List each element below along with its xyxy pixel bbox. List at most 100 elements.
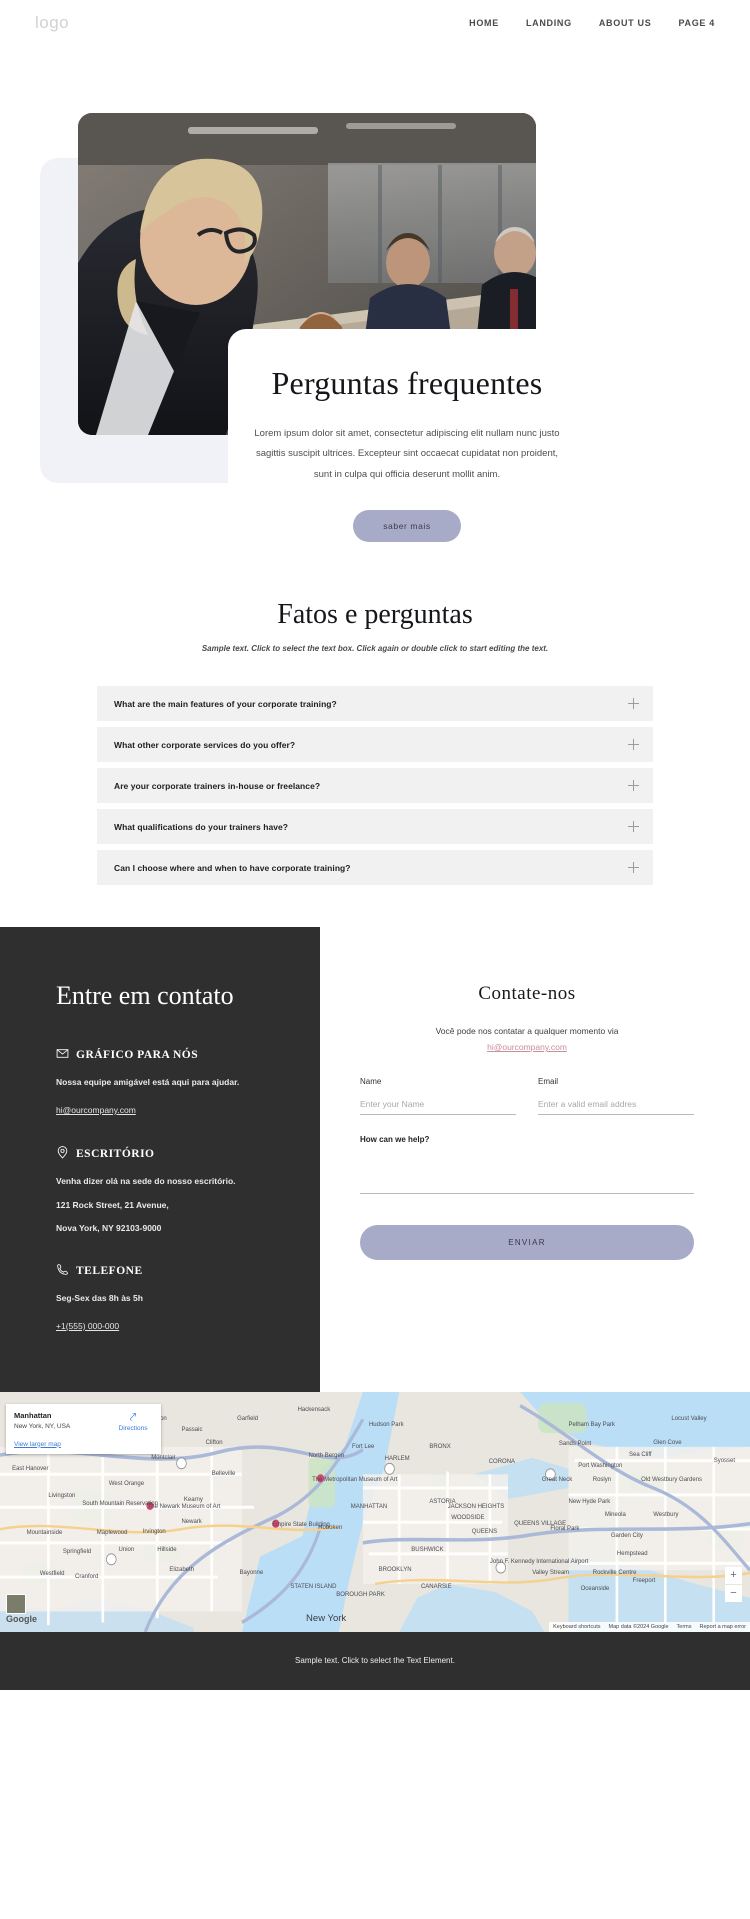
map-label: West Orange bbox=[108, 1480, 145, 1487]
faq-item[interactable]: What qualifications do your trainers hav… bbox=[97, 809, 653, 844]
report-error-link[interactable]: Report a map error bbox=[700, 1624, 746, 1630]
form-heading: Contate-nos bbox=[478, 983, 576, 1004]
zoom-in-button[interactable]: + bbox=[725, 1566, 742, 1584]
contact-block-phone: TELEFONE Seg-Sex das 8h às 5h +1(555) 00… bbox=[56, 1263, 286, 1334]
directions-label: Directions bbox=[118, 1424, 148, 1432]
contact-info-panel: Entre em contato GRÁFICO PARA NÓS Nossa … bbox=[0, 927, 320, 1392]
faq-item[interactable]: What other corporate services do you off… bbox=[97, 727, 653, 762]
directions-arrow-icon: ⤤ bbox=[129, 1409, 137, 1424]
zoom-out-button[interactable]: − bbox=[725, 1584, 742, 1602]
map-label: Old Westbury Gardens bbox=[641, 1476, 703, 1483]
form-fields-row: Name Email bbox=[360, 1077, 694, 1116]
map-label: Freeport bbox=[632, 1578, 656, 1585]
street-view-thumbnail[interactable] bbox=[6, 1593, 26, 1614]
map-pin-icon bbox=[56, 1145, 69, 1162]
contact-block-line: Nova York, NY 92103-9000 bbox=[56, 1223, 162, 1234]
nav-item-page-4[interactable]: PAGE 4 bbox=[678, 18, 715, 28]
map-label: BROOKLYN bbox=[378, 1567, 412, 1574]
terms-link[interactable]: Terms bbox=[677, 1624, 692, 1630]
map-label: Westfield bbox=[39, 1571, 65, 1578]
map-label: Great Neck bbox=[541, 1476, 573, 1483]
nav-item-home[interactable]: HOME bbox=[469, 18, 499, 28]
page-root: logo HOME LANDING ABOUT US PAGE 4 Pergun… bbox=[0, 0, 750, 1690]
message-textarea[interactable] bbox=[360, 1148, 694, 1195]
map-label: Roslyn bbox=[592, 1476, 612, 1483]
map-label: Cranford bbox=[75, 1574, 99, 1581]
map-label: Passaic bbox=[181, 1427, 203, 1434]
map-label: Sands Point bbox=[558, 1441, 592, 1448]
form-email-link[interactable]: hi@ourcompany.com bbox=[487, 1042, 567, 1052]
site-footer: Sample text. Click to select the Text El… bbox=[0, 1631, 750, 1690]
map-label: The Metropolitan Museum of Art bbox=[312, 1476, 398, 1483]
map-info-card[interactable]: Manhattan New York, NY, USA ⤤ Directions… bbox=[6, 1403, 161, 1454]
map-label: Union bbox=[118, 1546, 135, 1553]
google-logo: Google bbox=[6, 1613, 37, 1624]
map-label: STATEN ISLAND bbox=[290, 1583, 337, 1590]
faq-question: Are your corporate trainers in-house or … bbox=[114, 780, 321, 791]
learn-more-button[interactable]: saber mais bbox=[353, 510, 461, 543]
message-label: How can we help? bbox=[360, 1135, 430, 1145]
keyboard-shortcuts-link[interactable]: Keyboard shortcuts bbox=[553, 1624, 600, 1630]
map-label: HARLEM bbox=[384, 1456, 410, 1463]
email-input[interactable] bbox=[538, 1096, 694, 1116]
map-label: Garden City bbox=[610, 1533, 643, 1539]
footer-text: Sample text. Click to select the Text El… bbox=[295, 1656, 455, 1666]
nav-item-landing[interactable]: LANDING bbox=[526, 18, 572, 28]
plus-icon[interactable] bbox=[628, 698, 639, 709]
map-label: Hempstead bbox=[616, 1550, 648, 1557]
email-label: Email bbox=[538, 1077, 559, 1087]
faq-question: Can I choose where and when to have corp… bbox=[114, 862, 351, 873]
map-data-credit: Map data ©2024 Google bbox=[608, 1623, 669, 1630]
map-label: CORONA bbox=[488, 1458, 516, 1465]
map-label: Kearny bbox=[183, 1497, 203, 1504]
view-larger-map-link[interactable]: View larger map bbox=[14, 1441, 153, 1448]
map-label: Mountainside bbox=[26, 1530, 63, 1537]
map-label: John F. Kennedy International Airport bbox=[489, 1559, 589, 1566]
map-label: JACKSON HEIGHTS bbox=[447, 1504, 505, 1511]
map-card-text: Manhattan New York, NY, USA bbox=[14, 1411, 113, 1430]
directions-button[interactable]: ⤤ Directions bbox=[113, 1411, 153, 1432]
map-label: Hudson Park bbox=[368, 1421, 404, 1428]
logo[interactable]: logo bbox=[35, 13, 69, 33]
nav-item-about-us[interactable]: ABOUT US bbox=[599, 18, 652, 28]
map-embed[interactable]: New York Garfield Hackensack Hudson Park For… bbox=[0, 1391, 750, 1632]
map-label: Port Washington bbox=[578, 1463, 623, 1470]
plus-icon[interactable] bbox=[628, 821, 639, 832]
map-card-top: Manhattan New York, NY, USA ⤤ Directions bbox=[14, 1411, 153, 1432]
name-input[interactable] bbox=[360, 1096, 516, 1116]
faq-accordion: What are the main features of your corpo… bbox=[97, 686, 653, 885]
envelope-icon bbox=[56, 1047, 69, 1063]
map-label: Syosset bbox=[713, 1457, 736, 1464]
phone-icon bbox=[56, 1263, 69, 1279]
map-label: North Bergen bbox=[308, 1453, 345, 1460]
map-label: South Mountain Reservation bbox=[82, 1501, 158, 1508]
contact-block-line: Seg-Sex das 8h às 5h bbox=[56, 1293, 143, 1303]
map-label: QUEENS bbox=[471, 1528, 498, 1535]
map-label: MANHATTAN bbox=[350, 1504, 388, 1511]
faq-item[interactable]: What are the main features of your corpo… bbox=[97, 686, 653, 721]
submit-button[interactable]: ENVIAR bbox=[360, 1225, 694, 1261]
plus-icon[interactable] bbox=[628, 862, 639, 873]
main-navigation: HOME LANDING ABOUT US PAGE 4 bbox=[469, 18, 715, 28]
map-label: Hackensack bbox=[297, 1406, 331, 1413]
hero-section: Perguntas frequentes Lorem ipsum dolor s… bbox=[0, 45, 750, 565]
map-label: Belleville bbox=[211, 1471, 236, 1478]
email-link[interactable]: hi@ourcompany.com bbox=[56, 1105, 136, 1115]
name-label: Name bbox=[360, 1077, 382, 1087]
map-label: Hoboken bbox=[318, 1524, 343, 1531]
form-subtitle: Você pode nos contatar a qualquer moment… bbox=[360, 1023, 694, 1055]
plus-icon[interactable] bbox=[628, 780, 639, 791]
phone-link[interactable]: +1(555) 000-000 bbox=[56, 1321, 119, 1331]
faq-item[interactable]: Are your corporate trainers in-house or … bbox=[97, 768, 653, 803]
contact-block-office: ESCRITÓRIO Venha dizer olá na sede do no… bbox=[56, 1145, 286, 1235]
plus-icon[interactable] bbox=[628, 739, 639, 750]
page-title: Perguntas frequentes bbox=[271, 365, 543, 401]
map-label: Westbury bbox=[653, 1512, 679, 1519]
contact-block-line: Nossa equipe amigável está aqui para aju… bbox=[56, 1077, 240, 1087]
map-label: New Hyde Park bbox=[568, 1498, 611, 1505]
map-label: WOODSIDE bbox=[451, 1515, 485, 1522]
map-label: BRONX bbox=[429, 1443, 451, 1450]
faq-item[interactable]: Can I choose where and when to have corp… bbox=[97, 850, 653, 885]
map-label: Elizabeth bbox=[169, 1567, 195, 1574]
contact-block-title: GRÁFICO PARA NÓS bbox=[76, 1049, 199, 1061]
